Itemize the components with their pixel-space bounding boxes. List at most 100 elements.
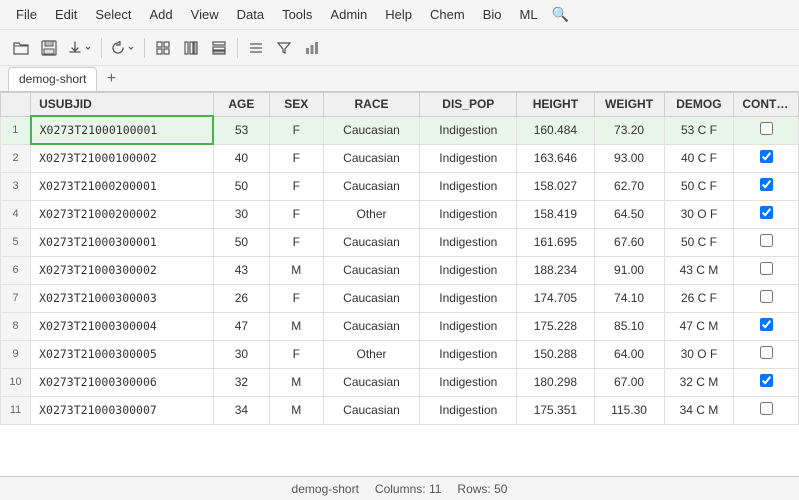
download-button[interactable]	[64, 35, 96, 61]
cell-weight: 64.00	[594, 340, 664, 368]
cell-usubjid[interactable]: X0273T21000300003	[31, 284, 214, 312]
cell-control[interactable]	[734, 172, 799, 200]
cell-control[interactable]	[734, 256, 799, 284]
table-row[interactable]: 9X0273T2100030000530FOtherIndigestion150…	[1, 340, 799, 368]
cell-weight: 73.20	[594, 116, 664, 144]
search-icon[interactable]: 🔍	[552, 6, 569, 23]
control-checkbox[interactable]	[760, 206, 773, 219]
cell-control[interactable]	[734, 116, 799, 144]
table-row[interactable]: 2X0273T2100010000240FCaucasianIndigestio…	[1, 144, 799, 172]
cell-demog: 50 C F	[664, 228, 734, 256]
cell-dis-pop: Indigestion	[420, 368, 517, 396]
col-demog[interactable]: DEMOG	[664, 93, 734, 117]
col-sex[interactable]: SEX	[269, 93, 323, 117]
cell-demog: 40 C F	[664, 144, 734, 172]
control-checkbox[interactable]	[760, 234, 773, 247]
cell-control[interactable]	[734, 228, 799, 256]
cell-usubjid[interactable]: X0273T21000300007	[31, 396, 214, 424]
table-row[interactable]: 8X0273T2100030000447MCaucasianIndigestio…	[1, 312, 799, 340]
cell-control[interactable]	[734, 340, 799, 368]
cell-control[interactable]	[734, 144, 799, 172]
table-row[interactable]: 4X0273T2100020000230FOtherIndigestion158…	[1, 200, 799, 228]
menu-add[interactable]: Add	[142, 5, 181, 24]
view-grid-button[interactable]	[150, 35, 176, 61]
cell-usubjid[interactable]: X0273T21000300005	[31, 340, 214, 368]
menu-bio[interactable]: Bio	[475, 5, 510, 24]
cell-usubjid[interactable]: X0273T21000100002	[31, 144, 214, 172]
cell-control[interactable]	[734, 396, 799, 424]
menu-edit[interactable]: Edit	[47, 5, 85, 24]
toolbar-separator-3	[237, 38, 238, 58]
filter-icon	[277, 41, 291, 55]
cell-control[interactable]	[734, 368, 799, 396]
col-age[interactable]: AGE	[213, 93, 269, 117]
menu-view[interactable]: View	[183, 5, 227, 24]
cell-sex: M	[269, 396, 323, 424]
cell-usubjid[interactable]: X0273T21000200002	[31, 200, 214, 228]
menu-select[interactable]: Select	[87, 5, 139, 24]
cell-weight: 74.10	[594, 284, 664, 312]
cell-usubjid[interactable]: X0273T21000300002	[31, 256, 214, 284]
save-button[interactable]	[36, 35, 62, 61]
control-checkbox[interactable]	[760, 346, 773, 359]
cell-demog: 50 C F	[664, 172, 734, 200]
cell-usubjid[interactable]: X0273T21000100001	[31, 116, 214, 144]
col-dis-pop[interactable]: DIS_POP	[420, 93, 517, 117]
control-checkbox[interactable]	[760, 122, 773, 135]
menu-data[interactable]: Data	[229, 5, 272, 24]
tab-add-button[interactable]: +	[101, 69, 121, 89]
view-rows-button[interactable]	[206, 35, 232, 61]
cell-control[interactable]	[734, 312, 799, 340]
cell-race: Caucasian	[323, 284, 420, 312]
tab-demog-short[interactable]: demog-short	[8, 67, 97, 91]
table-row[interactable]: 7X0273T2100030000326FCaucasianIndigestio…	[1, 284, 799, 312]
menu-tools[interactable]: Tools	[274, 5, 320, 24]
col-control[interactable]: CONTROL	[734, 93, 799, 117]
table-row[interactable]: 11X0273T2100030000734MCaucasianIndigesti…	[1, 396, 799, 424]
cell-demog: 47 C M	[664, 312, 734, 340]
menu-ml[interactable]: ML	[512, 5, 546, 24]
col-usubjid[interactable]: USUBJID	[31, 93, 214, 117]
cell-usubjid[interactable]: X0273T21000300006	[31, 368, 214, 396]
menu-file[interactable]: File	[8, 5, 45, 24]
table-container[interactable]: USUBJID AGE SEX RACE DIS_POP HEIGHT WEIG…	[0, 92, 799, 476]
chevron-down-icon	[84, 44, 92, 52]
cell-age: 53	[213, 116, 269, 144]
table-row[interactable]: 6X0273T2100030000243MCaucasianIndigestio…	[1, 256, 799, 284]
menu-chem[interactable]: Chem	[422, 5, 473, 24]
cell-rownum: 8	[1, 312, 31, 340]
cell-age: 26	[213, 284, 269, 312]
chart-button[interactable]	[299, 35, 325, 61]
table-row[interactable]: 10X0273T2100030000632MCaucasianIndigesti…	[1, 368, 799, 396]
cell-usubjid[interactable]: X0273T21000300004	[31, 312, 214, 340]
table-row[interactable]: 1X0273T2100010000153FCaucasianIndigestio…	[1, 116, 799, 144]
cell-height: 188.234	[517, 256, 594, 284]
control-checkbox[interactable]	[760, 402, 773, 415]
open-folder-button[interactable]	[8, 35, 34, 61]
cell-usubjid[interactable]: X0273T21000300001	[31, 228, 214, 256]
list-view-button[interactable]	[243, 35, 269, 61]
refresh-button[interactable]	[107, 35, 139, 61]
menu-help[interactable]: Help	[377, 5, 420, 24]
table-row[interactable]: 5X0273T2100030000150FCaucasianIndigestio…	[1, 228, 799, 256]
control-checkbox[interactable]	[760, 178, 773, 191]
cell-control[interactable]	[734, 284, 799, 312]
cell-weight: 62.70	[594, 172, 664, 200]
cell-control[interactable]	[734, 200, 799, 228]
control-checkbox[interactable]	[760, 262, 773, 275]
col-weight[interactable]: WEIGHT	[594, 93, 664, 117]
table-row[interactable]: 3X0273T2100020000150FCaucasianIndigestio…	[1, 172, 799, 200]
menu-admin[interactable]: Admin	[322, 5, 375, 24]
cell-dis-pop: Indigestion	[420, 172, 517, 200]
cell-demog: 34 C M	[664, 396, 734, 424]
control-checkbox[interactable]	[760, 150, 773, 163]
control-checkbox[interactable]	[760, 290, 773, 303]
filter-button[interactable]	[271, 35, 297, 61]
col-height[interactable]: HEIGHT	[517, 93, 594, 117]
control-checkbox[interactable]	[760, 374, 773, 387]
control-checkbox[interactable]	[760, 318, 773, 331]
col-race[interactable]: RACE	[323, 93, 420, 117]
view-columns-button[interactable]	[178, 35, 204, 61]
cell-height: 180.298	[517, 368, 594, 396]
cell-usubjid[interactable]: X0273T21000200001	[31, 172, 214, 200]
